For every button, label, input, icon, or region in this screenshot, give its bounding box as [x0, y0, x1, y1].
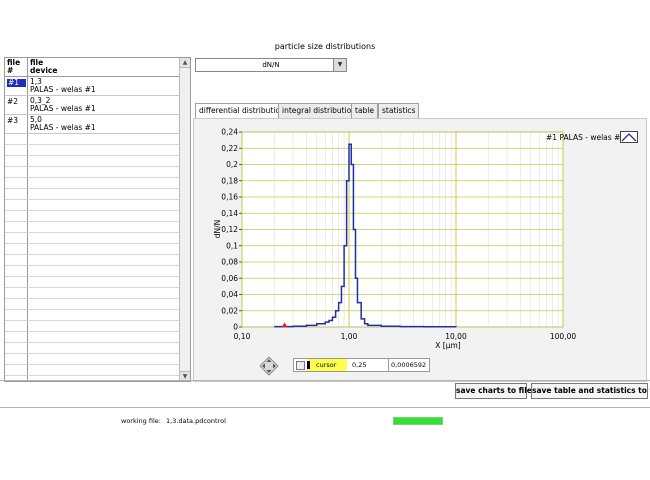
empty-row — [5, 156, 180, 167]
scroll-up-icon[interactable]: ▲ — [180, 58, 190, 68]
file-table-row[interactable]: #3 5,0 PALAS - welas #1 — [5, 115, 180, 134]
file-name-device: 5,0 PALAS - welas #1 — [30, 116, 96, 132]
divider — [0, 407, 650, 408]
empty-row — [5, 376, 180, 381]
progress-bar-fill — [394, 418, 442, 424]
empty-row — [5, 233, 180, 244]
empty-row — [5, 222, 180, 233]
y-tick-label: 0,08 — [221, 258, 238, 267]
empty-row — [5, 211, 180, 222]
divider — [0, 380, 650, 381]
y-tick-label: 0,02 — [221, 306, 238, 315]
empty-row — [5, 277, 180, 288]
y-tick-label: 0,18 — [221, 176, 238, 185]
y-tick-label: 0,16 — [221, 193, 238, 202]
file-table-rows: #1 1,3 PALAS - welas #1 #2 0,3_2 PALAS - wela… — [5, 77, 180, 381]
chevron-down-icon[interactable]: ▼ — [333, 59, 346, 71]
empty-row — [5, 365, 180, 376]
file-number: #2 — [7, 97, 19, 106]
file-device: PALAS - welas #1 — [30, 85, 96, 94]
chart-legend-label: #1 PALAS - welas #1 — [546, 133, 626, 142]
tab-integral-distribution[interactable]: integral distribution — [278, 103, 361, 118]
distribution-type-select[interactable]: dN/N ▼ — [195, 58, 347, 72]
file-table-row[interactable]: #2 0,3_2 PALAS - welas #1 — [5, 96, 180, 115]
x-axis-label: X [µm] — [435, 341, 461, 350]
cursor-readout: cursor 0,25 0,0006592 — [293, 358, 430, 372]
y-tick-label: 0,04 — [221, 290, 238, 299]
y-axis-label: dN/N — [213, 220, 222, 239]
cursor-visible-checkbox[interactable] — [296, 361, 305, 370]
x-tick-label: 1,00 — [341, 332, 358, 341]
differential-distribution-chart[interactable]: 0,10 1,00 10,00 100,00 0 0,02 0,04 0,06 0,08 0,1 0… — [193, 118, 645, 380]
y-tick-label: 0 — [233, 323, 238, 332]
empty-row — [5, 266, 180, 277]
x-tick-label: 100,00 — [550, 332, 576, 341]
file-device: PALAS - welas #1 — [30, 104, 96, 113]
y-tick-label: 0,24 — [221, 128, 238, 137]
distribution-type-value: dN/N — [262, 61, 280, 69]
empty-row — [5, 200, 180, 211]
y-tick-label: 0,22 — [221, 144, 238, 153]
y-tick-label: 0,14 — [221, 209, 238, 218]
file-name-device: 1,3 PALAS - welas #1 — [30, 78, 96, 94]
empty-row — [5, 244, 180, 255]
cursor-color-swatch — [307, 361, 310, 369]
tab-statistics[interactable]: statistics — [378, 103, 420, 118]
x-tick-label: 0,10 — [234, 332, 251, 341]
y-tick-label: 0,1 — [226, 241, 238, 250]
empty-row — [5, 178, 180, 189]
save-table-statistics-button[interactable]: save table and statistics to file — [531, 383, 650, 399]
file-table-row[interactable]: #1 1,3 PALAS - welas #1 — [5, 77, 180, 96]
working-file-name: 1,3.data.pdcontrol — [166, 417, 226, 425]
empty-row — [5, 288, 180, 299]
x-tick-label: 10,00 — [445, 332, 467, 341]
header-file-num[interactable]: file # — [7, 59, 20, 75]
cursor-name-label[interactable]: cursor — [307, 359, 347, 371]
y-tick-label: 0,06 — [221, 274, 238, 283]
save-charts-button[interactable]: save charts to file — [455, 383, 532, 399]
empty-row — [5, 167, 180, 178]
file-device: PALAS - welas #1 — [30, 123, 96, 132]
file-name-device: 0,3_2 PALAS - welas #1 — [30, 97, 96, 113]
file-table-scrollbar[interactable]: ▲ ▼ — [179, 58, 190, 381]
empty-row — [5, 134, 180, 145]
file-number: #1 — [7, 79, 26, 87]
cursor-y-value: 0,0006592 — [388, 359, 431, 371]
empty-row — [5, 189, 180, 200]
empty-row — [5, 321, 180, 332]
file-table-header: file # file device — [5, 58, 190, 77]
working-file-label: working file: — [121, 417, 161, 425]
file-number: #3 — [7, 116, 19, 125]
legend-line-swatch — [620, 131, 638, 143]
y-tick-label: 0,2 — [226, 160, 238, 169]
y-tick-label: 0,12 — [221, 225, 238, 234]
empty-row — [5, 332, 180, 343]
empty-row — [5, 354, 180, 365]
empty-row — [5, 299, 180, 310]
tab-differential-distribution[interactable]: differential distribution — [195, 103, 289, 119]
window-title: particle size distributions — [274, 42, 376, 51]
file-table: file # file device #1 1,3 PALAS - welas #1 #2… — [4, 57, 191, 382]
empty-row — [5, 343, 180, 354]
empty-row — [5, 145, 180, 156]
progress-bar — [393, 417, 443, 425]
tab-table[interactable]: table — [351, 103, 378, 118]
empty-row — [5, 255, 180, 266]
header-file-device[interactable]: file device — [30, 59, 57, 75]
cursor-x-value: 0,25 — [352, 361, 367, 369]
empty-row — [5, 310, 180, 321]
cursor-move-pad-icon[interactable] — [259, 356, 279, 376]
